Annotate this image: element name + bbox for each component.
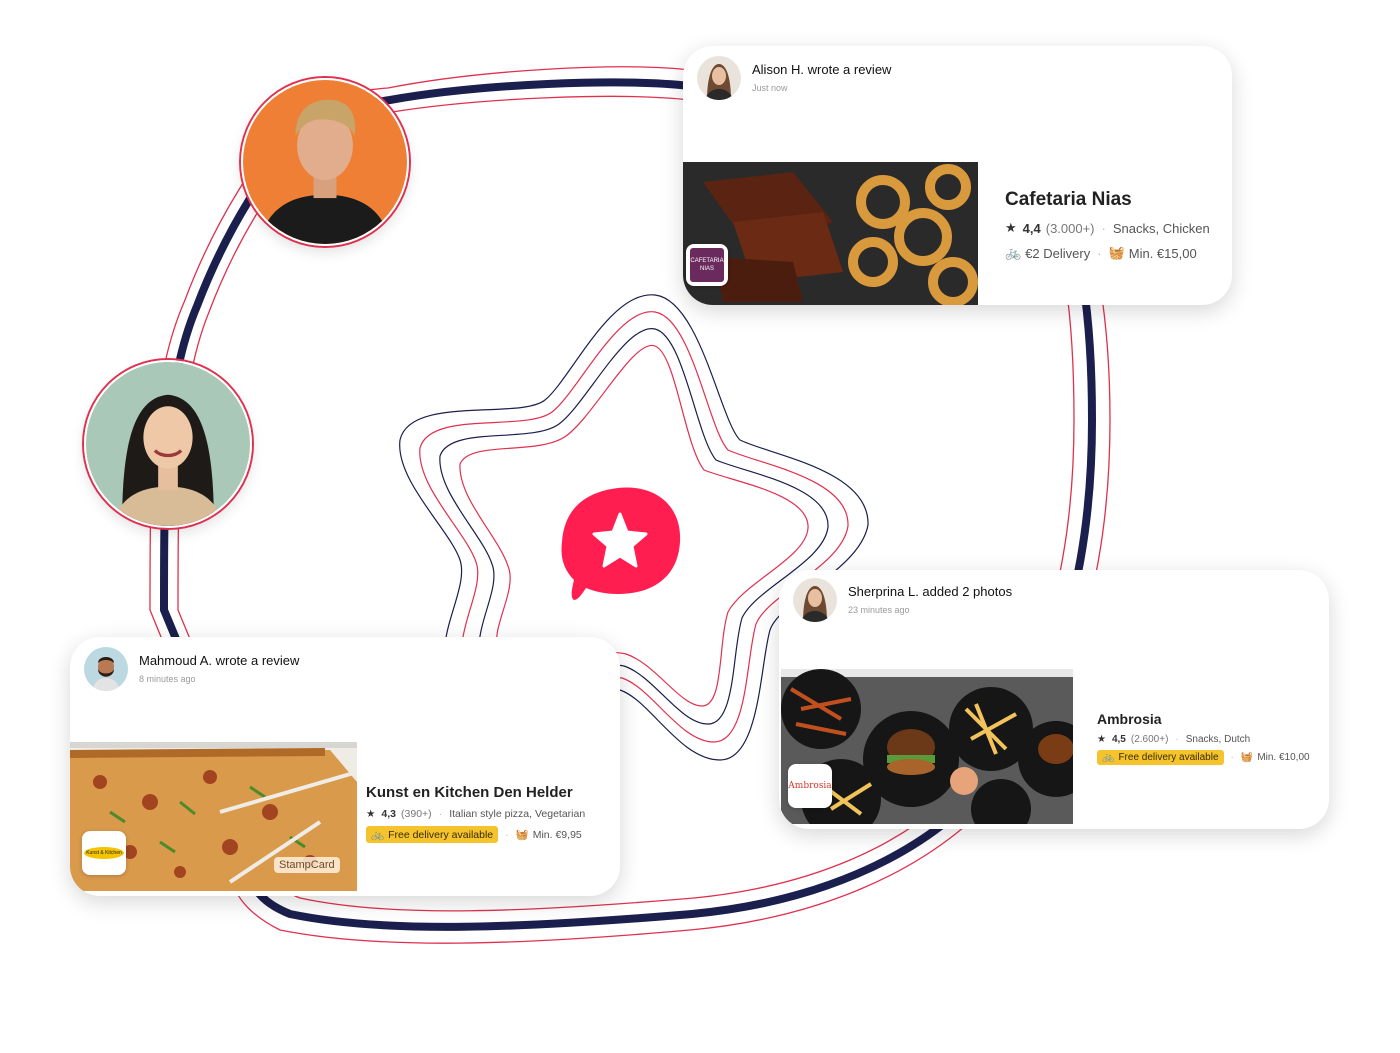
separator: ·: [1101, 220, 1106, 236]
star-icon: ★: [1097, 734, 1106, 745]
rating-value: 4,5: [1111, 734, 1126, 745]
separator: ·: [505, 828, 509, 841]
delivery-row: 🚲 Free delivery available · 🧺 Min. €9,95: [366, 826, 585, 843]
avatar-man: [241, 78, 409, 246]
bike-icon: 🚲: [1102, 752, 1115, 763]
reviewer-avatar: [84, 647, 128, 691]
rating-count: (3.000+): [1045, 220, 1095, 236]
minimum-order: Min. €9,95: [532, 828, 582, 841]
avatar-woman: [84, 360, 252, 528]
review-time: Just now: [752, 83, 788, 93]
man-portrait-icon: [243, 80, 407, 244]
bike-icon: 🚲: [1005, 245, 1022, 260]
rating-row: ★ 4,4 (3.000+) · Snacks, Chicken: [1005, 220, 1210, 236]
basket-icon: 🧺: [1108, 245, 1125, 260]
card-header: Mahmoud A. wrote a review 8 minutes ago: [84, 647, 299, 691]
card-header: Alison H. wrote a review Just now: [697, 56, 891, 100]
delivery-row: 🚲 €2 Delivery · 🧺 Min. €15,00: [1005, 245, 1210, 261]
reviewer-portrait-icon: [84, 647, 128, 691]
basket-icon: 🧺: [515, 829, 529, 841]
categories: Italian style pizza, Vegetarian: [449, 808, 586, 820]
card-header: Sherprina L. added 2 photos 23 minutes a…: [793, 578, 1012, 622]
review-author: Alison H. wrote a review: [752, 62, 892, 77]
review-time: 23 minutes ago: [848, 605, 910, 615]
reviewer-avatar: [697, 56, 741, 100]
review-author: Sherprina L. added 2 photos: [848, 584, 1013, 599]
delivery-row: 🚲 Free delivery available · 🧺 Min. €10,0…: [1097, 750, 1310, 765]
rating-count: (2.600+): [1130, 734, 1169, 745]
restaurant-name[interactable]: Cafetaria Nias: [1005, 189, 1210, 211]
woman-portrait-icon: [86, 362, 250, 526]
star-icon: ★: [1005, 220, 1017, 235]
restaurant-info: Cafetaria Nias ★ 4,4 (3.000+) · Snacks, …: [1005, 189, 1210, 261]
reviewer-avatar: [793, 578, 837, 622]
review-author: Mahmoud A. wrote a review: [139, 653, 300, 668]
minimum-order: Min. €15,00: [1128, 245, 1197, 261]
categories: Snacks, Chicken: [1112, 220, 1210, 236]
food-photo-chicken-fries[interactable]: [683, 162, 978, 305]
separator: ·: [1230, 752, 1234, 763]
separator: ·: [438, 808, 443, 820]
rating-row: ★ 4,3 (390+) · Italian style pizza, Vege…: [366, 808, 585, 820]
restaurant-name[interactable]: Ambrosia: [1097, 711, 1310, 727]
restaurant-name[interactable]: Kunst en Kitchen Den Helder: [366, 784, 585, 801]
restaurant-logo: CAFETARIA NIAS: [686, 244, 728, 286]
basket-icon: 🧺: [1240, 752, 1254, 763]
logo-badge: Kunst & Kitchen: [84, 847, 124, 859]
logo-text: Ambrosia: [788, 781, 832, 791]
review-star-bubble-icon: [561, 487, 681, 600]
review-card-cafetaria-nias[interactable]: Alison H. wrote a review Just now CAFETA…: [683, 46, 1232, 305]
review-card-kunst-en-kitchen[interactable]: Mahmoud A. wrote a review 8 minutes ago …: [70, 637, 620, 896]
free-delivery-badge: 🚲 Free delivery available: [1097, 750, 1224, 765]
delivery-fee: €2 Delivery: [1025, 245, 1091, 261]
rating-value: 4,3: [381, 808, 397, 820]
rating-count: (390+): [401, 808, 432, 820]
restaurant-logo: Ambrosia: [788, 764, 832, 808]
reviewer-portrait-icon: [697, 56, 741, 100]
separator: ·: [1175, 734, 1179, 745]
rating-value: 4,4: [1022, 220, 1041, 236]
star-icon: ★: [366, 808, 376, 820]
rating-row: ★ 4,5 (2.600+) · Snacks, Dutch: [1097, 734, 1310, 745]
separator: ·: [1097, 245, 1102, 261]
logo-badge: CAFETARIA NIAS: [690, 248, 724, 282]
review-time: 8 minutes ago: [139, 674, 196, 684]
review-card-ambrosia[interactable]: Sherprina L. added 2 photos 23 minutes a…: [779, 570, 1329, 829]
categories: Snacks, Dutch: [1185, 734, 1251, 745]
restaurant-info: Kunst en Kitchen Den Helder ★ 4,3 (390+)…: [366, 784, 585, 843]
restaurant-logo: Kunst & Kitchen: [82, 831, 126, 875]
bike-icon: 🚲: [371, 829, 385, 841]
restaurant-info: Ambrosia ★ 4,5 (2.600+) · Snacks, Dutch …: [1097, 711, 1310, 765]
stampcard-tag[interactable]: StampCard: [274, 857, 340, 873]
delivery-label: Free delivery available: [388, 828, 494, 841]
chicken-fries-image: [683, 162, 978, 305]
minimum-order: Min. €10,00: [1257, 752, 1310, 763]
delivery-label: Free delivery available: [1118, 752, 1219, 763]
reviewer-portrait-icon: [793, 578, 837, 622]
free-delivery-badge: 🚲 Free delivery available: [366, 826, 499, 843]
